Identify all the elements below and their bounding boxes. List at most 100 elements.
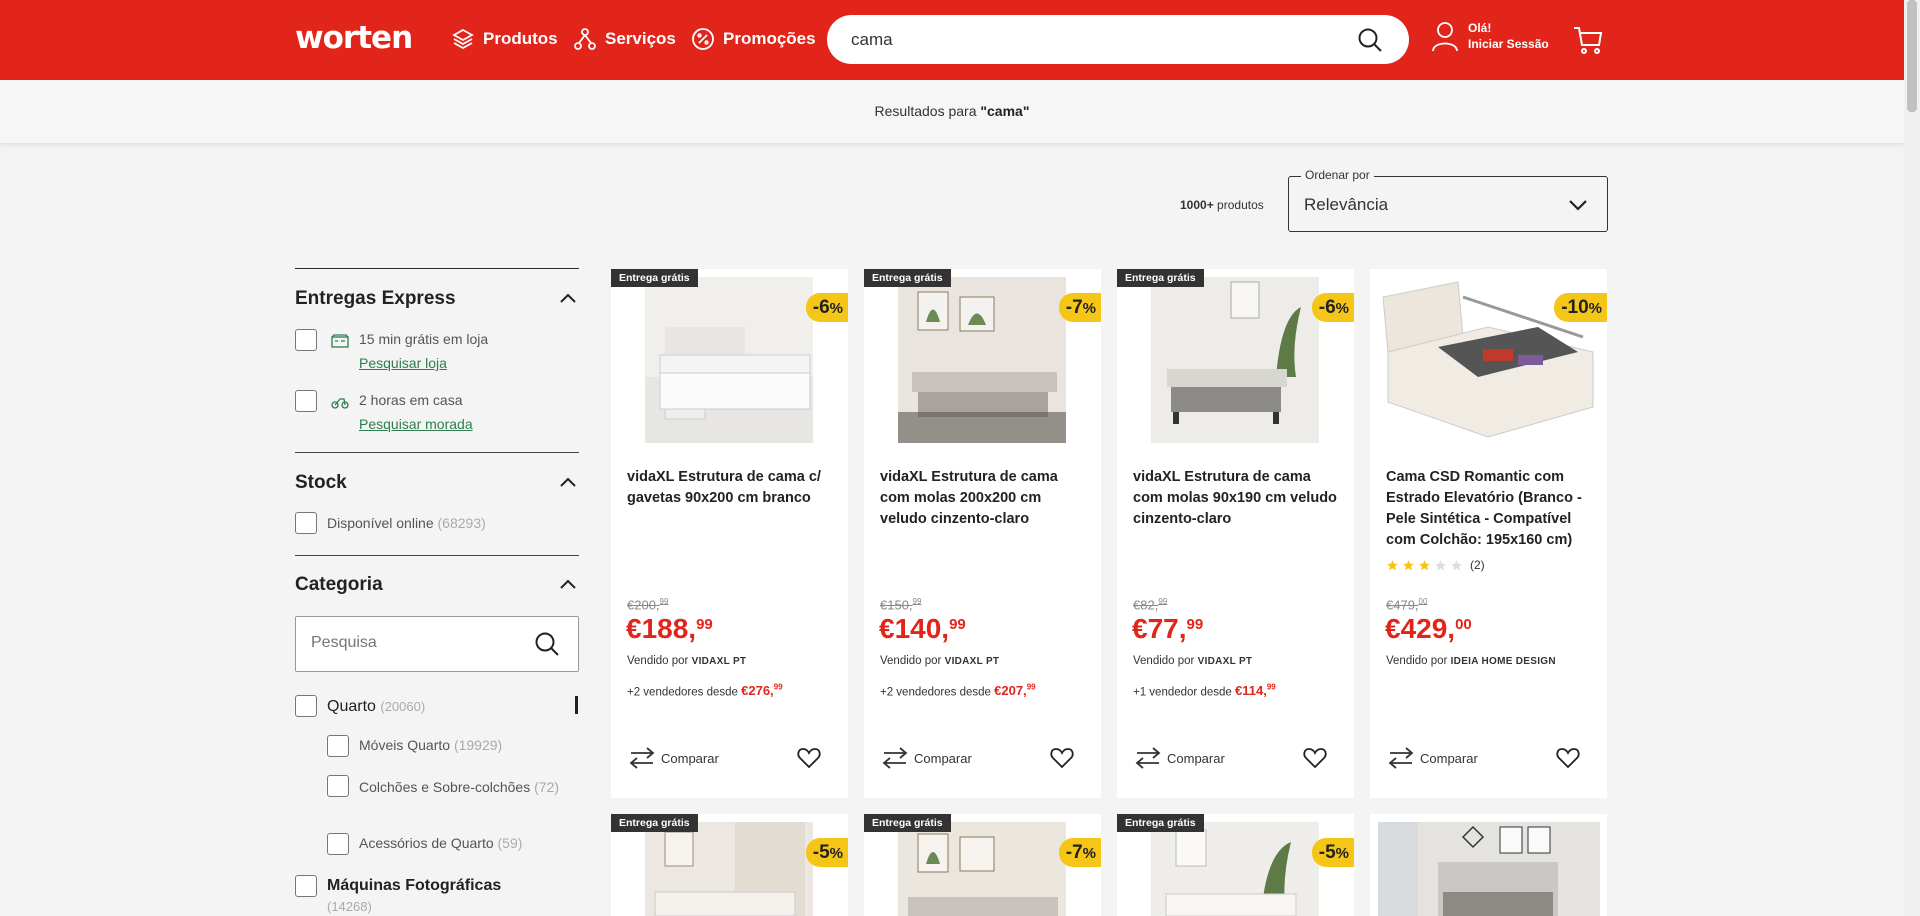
subcategory-count: (19929) bbox=[453, 737, 503, 753]
star-filled-icon bbox=[1403, 559, 1414, 570]
category-search-box bbox=[295, 616, 579, 672]
nav-servicos[interactable]: Serviços bbox=[573, 27, 676, 51]
product-image[interactable] bbox=[645, 822, 813, 916]
compare-arrows-icon bbox=[882, 747, 908, 769]
old-price-value: €150, bbox=[880, 597, 913, 613]
chevron-up-icon[interactable] bbox=[559, 290, 577, 308]
percent-sign: % bbox=[1335, 845, 1349, 862]
product-image[interactable] bbox=[1151, 822, 1319, 916]
sort-select[interactable]: Ordenar por Relevância bbox=[1288, 168, 1608, 232]
product-card[interactable]: Entrega grátis -7% bbox=[864, 814, 1101, 916]
star-filled-icon bbox=[1387, 559, 1398, 570]
compare-button[interactable]: Comparar bbox=[629, 747, 719, 769]
other-sellers[interactable]: +2 vendedores desde €207,99 bbox=[880, 683, 1036, 698]
compare-label: Comparar bbox=[661, 750, 719, 766]
heart-icon[interactable] bbox=[797, 747, 821, 769]
compare-label: Comparar bbox=[1420, 750, 1478, 766]
other-sellers[interactable]: +1 vendedor desde €114,99 bbox=[1133, 683, 1276, 698]
product-image[interactable] bbox=[898, 277, 1066, 443]
search-address-link[interactable]: Pesquisar morada bbox=[359, 416, 473, 432]
search-store-link[interactable]: Pesquisar loja bbox=[359, 355, 447, 371]
old-price-cents: 99 bbox=[659, 597, 669, 606]
product-image[interactable] bbox=[1151, 277, 1319, 443]
heart-icon[interactable] bbox=[1050, 747, 1074, 769]
product-image[interactable] bbox=[1378, 822, 1600, 916]
category-item: Quarto (20060) bbox=[327, 698, 425, 716]
product-card[interactable]: Entrega grátis -5% bbox=[611, 814, 848, 916]
subcategory-checkbox[interactable] bbox=[327, 833, 349, 855]
product-card[interactable]: Entrega grátis -7% vidaXL Estrutura de c… bbox=[864, 269, 1101, 798]
category-count: (20060) bbox=[380, 699, 426, 714]
product-image[interactable] bbox=[898, 822, 1066, 916]
percent-sign: % bbox=[829, 300, 843, 317]
express-2h-checkbox[interactable] bbox=[295, 390, 317, 412]
review-count: (2) bbox=[1470, 558, 1485, 572]
nav-produtos[interactable]: Produtos bbox=[451, 27, 558, 51]
current-price: €140,99 bbox=[879, 613, 966, 645]
product-title[interactable]: Cama CSD Romantic com Estrado Elevatório… bbox=[1386, 467, 1596, 551]
layers-icon bbox=[452, 28, 474, 50]
page-scrollbar-thumb[interactable] bbox=[1907, 0, 1917, 112]
cart-icon[interactable] bbox=[1573, 25, 1603, 55]
stock-online-checkbox[interactable] bbox=[295, 512, 317, 534]
discount-value: -5 bbox=[1318, 842, 1336, 863]
seller-name[interactable]: VIDAXL PT bbox=[692, 656, 747, 667]
heart-icon[interactable] bbox=[1303, 747, 1327, 769]
subcategory-count: (72) bbox=[534, 779, 560, 795]
search-icon[interactable] bbox=[534, 631, 560, 657]
seller-name[interactable]: VIDAXL PT bbox=[945, 656, 1000, 667]
other-sellers-text: +1 vendedor desde bbox=[1133, 686, 1232, 699]
percent-sign: % bbox=[1588, 300, 1602, 317]
seller-name[interactable]: IDEIA HOME DESIGN bbox=[1451, 656, 1556, 667]
express-2h-label: 2 horas em casa bbox=[359, 392, 463, 408]
category-scroll-indicator[interactable] bbox=[575, 696, 578, 714]
chevron-up-icon[interactable] bbox=[559, 576, 577, 594]
discount-badge: -6% bbox=[805, 293, 848, 322]
section-divider bbox=[295, 555, 579, 556]
product-card[interactable]: Entrega grátis -6% vidaXL Estrutura de c… bbox=[611, 269, 848, 798]
filter-category-title: Categoria bbox=[295, 574, 383, 595]
search-icon[interactable] bbox=[1357, 27, 1383, 53]
free-delivery-badge: Entrega grátis bbox=[1117, 269, 1204, 287]
sold-by-label: Vendido por bbox=[880, 655, 942, 667]
top-header: worten Produtos Serviços Promoções Olá! … bbox=[0, 0, 1904, 80]
compare-button[interactable]: Comparar bbox=[882, 747, 972, 769]
percent-sign: % bbox=[1335, 300, 1349, 317]
subcategory-checkbox[interactable] bbox=[327, 735, 349, 757]
other-sellers-text: +2 vendedores desde bbox=[627, 686, 738, 699]
discount-value: -6 bbox=[812, 297, 830, 318]
search-input[interactable] bbox=[851, 27, 1331, 53]
product-card[interactable]: -10% Cama CSD Romantic com Estrado Eleva… bbox=[1370, 269, 1607, 798]
worten-logo[interactable]: worten bbox=[295, 20, 413, 56]
nav-promocoes[interactable]: Promoções bbox=[691, 27, 816, 51]
rating-stars[interactable]: (2) bbox=[1386, 558, 1485, 572]
product-card[interactable] bbox=[1370, 814, 1607, 916]
product-title[interactable]: vidaXL Estrutura de cama c/ gavetas 90x2… bbox=[627, 467, 837, 509]
old-price: €200,99 bbox=[627, 597, 668, 612]
discount-value: -5 bbox=[812, 842, 830, 863]
express-15min-checkbox[interactable] bbox=[295, 329, 317, 351]
login-button[interactable]: Olá! Iniciar Sessão bbox=[1432, 20, 1549, 52]
subcategory-checkbox[interactable] bbox=[327, 775, 349, 797]
price-cents: 99 bbox=[1186, 616, 1204, 633]
category-search-input[interactable] bbox=[311, 634, 511, 652]
category-checkbox[interactable] bbox=[295, 695, 317, 717]
product-image[interactable] bbox=[645, 277, 813, 443]
compare-button[interactable]: Comparar bbox=[1135, 747, 1225, 769]
sort-label: Ordenar por bbox=[1301, 168, 1374, 182]
results-bar: Resultados para "cama" bbox=[0, 80, 1904, 144]
other-sellers-price: €114,99 bbox=[1235, 683, 1276, 698]
product-title[interactable]: vidaXL Estrutura de cama com molas 200x2… bbox=[880, 467, 1090, 530]
stock-online-text: Disponível online bbox=[327, 515, 434, 531]
compare-button[interactable]: Comparar bbox=[1388, 747, 1478, 769]
product-title[interactable]: vidaXL Estrutura de cama com molas 90x19… bbox=[1133, 467, 1343, 530]
category-checkbox[interactable] bbox=[295, 875, 317, 897]
sold-by: Vendido por VIDAXL PT bbox=[1133, 655, 1252, 667]
page-scrollbar[interactable] bbox=[1904, 0, 1920, 916]
other-sellers[interactable]: +2 vendedores desde €276,99 bbox=[627, 683, 783, 698]
heart-icon[interactable] bbox=[1556, 747, 1580, 769]
chevron-up-icon[interactable] bbox=[559, 474, 577, 492]
seller-name[interactable]: VIDAXL PT bbox=[1198, 656, 1253, 667]
product-card[interactable]: Entrega grátis -5% bbox=[1117, 814, 1354, 916]
product-card[interactable]: Entrega grátis -6% vidaXL Estrutura de c… bbox=[1117, 269, 1354, 798]
